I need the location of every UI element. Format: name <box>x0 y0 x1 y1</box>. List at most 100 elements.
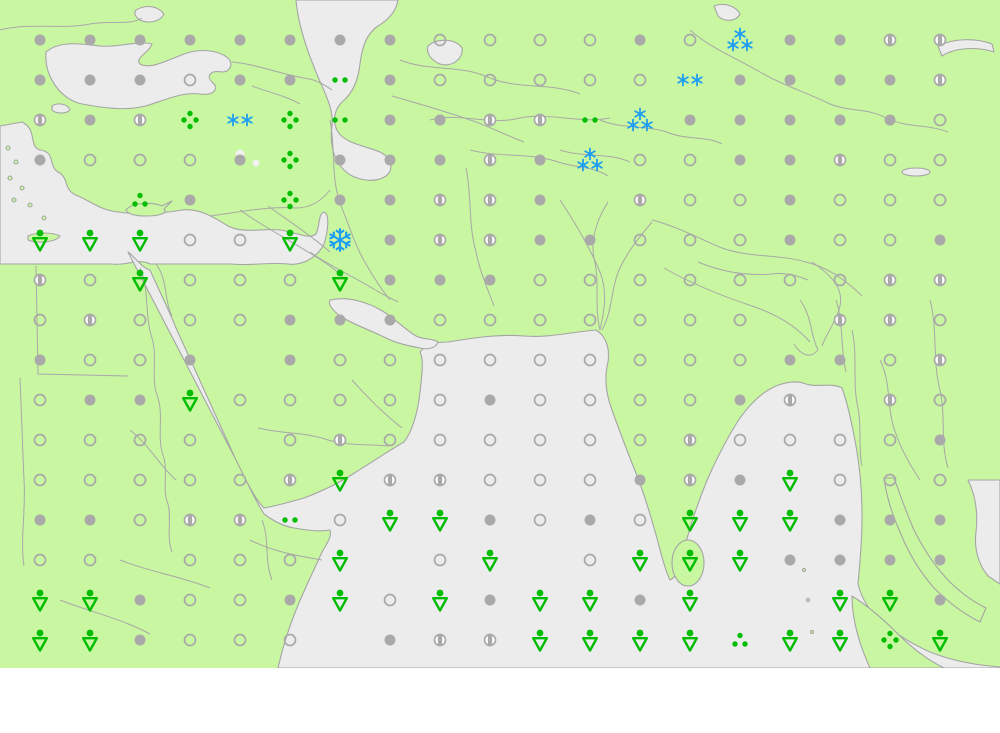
overcast-cloud-icon <box>185 195 196 206</box>
overcast-cloud-icon <box>735 475 746 486</box>
overcast-cloud-icon <box>535 155 546 166</box>
clear-sky-icon <box>235 555 246 566</box>
overcast-cloud-icon <box>35 515 46 526</box>
clear-sky-icon <box>535 75 546 86</box>
clear-sky-icon <box>935 475 946 486</box>
rain-shower-icon <box>733 550 747 571</box>
heavy-rain-icon <box>281 111 298 129</box>
clear-sky-icon <box>335 515 346 526</box>
rain-shower-icon <box>683 590 697 611</box>
partly-cloudy-icon <box>485 635 496 646</box>
partly-cloudy-icon <box>785 395 796 406</box>
symbol-layer <box>0 0 1000 668</box>
overcast-cloud-icon <box>885 75 896 86</box>
clear-sky-icon <box>485 435 496 446</box>
overcast-cloud-icon <box>135 35 146 46</box>
clear-sky-icon <box>885 475 896 486</box>
clear-sky-icon <box>385 355 396 366</box>
clear-sky-icon <box>35 435 46 446</box>
overcast-cloud-icon <box>85 115 96 126</box>
overcast-cloud-icon <box>785 195 796 206</box>
clear-sky-icon <box>235 595 246 606</box>
clear-sky-icon <box>835 435 846 446</box>
overcast-cloud-icon <box>235 35 246 46</box>
moderate-rain-icon <box>732 633 747 647</box>
clear-sky-icon <box>685 315 696 326</box>
partly-cloudy-icon <box>885 395 896 406</box>
weather-map-screenshot: Weather typeGFS We 10-12-2025 06:00 UTC … <box>0 0 1000 733</box>
overcast-cloud-icon <box>335 315 346 326</box>
clear-sky-icon <box>635 515 646 526</box>
overcast-cloud-icon <box>135 75 146 86</box>
clear-sky-icon <box>285 395 296 406</box>
rain-shower-icon <box>83 230 97 251</box>
heavy-rain-icon <box>881 631 898 649</box>
overcast-cloud-icon <box>485 515 496 526</box>
overcast-cloud-icon <box>535 195 546 206</box>
clear-sky-icon <box>485 75 496 86</box>
clear-sky-icon <box>935 315 946 326</box>
overcast-cloud-icon <box>785 355 796 366</box>
clear-sky-icon <box>485 35 496 46</box>
partly-cloudy-icon <box>335 435 346 446</box>
overcast-cloud-icon <box>135 395 146 406</box>
clear-sky-icon <box>585 275 596 286</box>
overcast-cloud-icon <box>585 515 596 526</box>
overcast-cloud-icon <box>485 395 496 406</box>
rain-shower-icon <box>833 630 847 651</box>
clear-sky-icon <box>85 475 96 486</box>
clear-sky-icon <box>385 595 396 606</box>
clear-sky-icon <box>85 155 96 166</box>
partly-cloudy-icon <box>935 35 946 46</box>
partly-cloudy-icon <box>485 155 496 166</box>
overcast-cloud-icon <box>85 395 96 406</box>
clear-sky-icon <box>435 75 446 86</box>
clear-sky-icon <box>935 195 946 206</box>
overcast-cloud-icon <box>735 395 746 406</box>
clear-sky-icon <box>135 435 146 446</box>
overcast-cloud-icon <box>435 155 446 166</box>
rain-shower-icon <box>283 230 297 251</box>
overcast-cloud-icon <box>935 235 946 246</box>
heavy-rain-icon <box>281 191 298 209</box>
partly-cloudy-icon <box>35 115 46 126</box>
rain-shower-icon <box>33 230 47 251</box>
overcast-cloud-icon <box>385 635 396 646</box>
heavy-snow-icon <box>728 29 752 51</box>
heavy-snow-icon <box>578 149 602 171</box>
overcast-cloud-icon <box>835 35 846 46</box>
clear-sky-icon <box>435 355 446 366</box>
overcast-cloud-icon <box>85 35 96 46</box>
rain-shower-icon <box>433 590 447 611</box>
clear-sky-icon <box>185 635 196 646</box>
clear-sky-icon <box>85 555 96 566</box>
clear-sky-icon <box>535 515 546 526</box>
partly-cloudy-icon <box>835 155 846 166</box>
clear-sky-icon <box>735 355 746 366</box>
partly-cloudy-icon <box>685 435 696 446</box>
overcast-cloud-icon <box>235 75 246 86</box>
clear-sky-icon <box>285 435 296 446</box>
rain-shower-icon <box>333 270 347 291</box>
clear-sky-icon <box>435 395 446 406</box>
clear-sky-icon <box>285 275 296 286</box>
rain-shower-icon <box>83 590 97 611</box>
clear-sky-icon <box>185 155 196 166</box>
clear-sky-icon <box>635 395 646 406</box>
overcast-cloud-icon <box>885 555 896 566</box>
overcast-cloud-icon <box>785 35 796 46</box>
partly-cloudy-icon <box>835 315 846 326</box>
overcast-cloud-icon <box>635 595 646 606</box>
partly-cloudy-icon <box>485 195 496 206</box>
clear-sky-icon <box>585 475 596 486</box>
rain-shower-icon <box>333 470 347 491</box>
partly-cloudy-icon <box>485 115 496 126</box>
clear-sky-icon <box>685 155 696 166</box>
clear-sky-icon <box>935 395 946 406</box>
clear-sky-icon <box>635 235 646 246</box>
clear-sky-icon <box>685 35 696 46</box>
clear-sky-icon <box>235 475 246 486</box>
snow-icon <box>228 115 252 126</box>
rain-shower-icon <box>583 630 597 651</box>
clear-sky-icon <box>235 275 246 286</box>
